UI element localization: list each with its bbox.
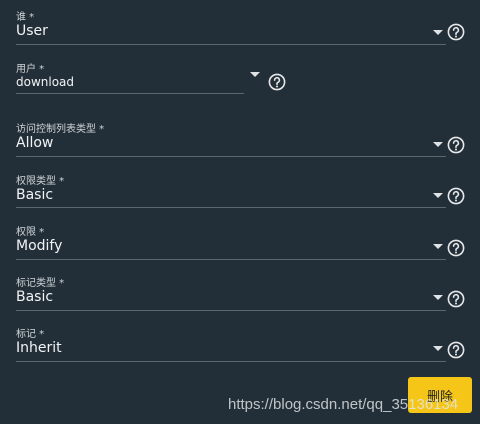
caret-down-icon[interactable] (433, 346, 443, 351)
field-underline (16, 44, 446, 45)
field-underline (16, 156, 446, 157)
select-user[interactable]: download (16, 75, 74, 89)
caret-down-icon[interactable] (433, 30, 443, 35)
field-underline (16, 93, 244, 94)
caret-down-icon[interactable] (433, 244, 443, 249)
field-label: 标记 * (16, 329, 45, 340)
field-underline (16, 259, 446, 260)
select-acl-type[interactable]: Allow (16, 135, 53, 151)
select-permission-type[interactable]: Basic (16, 187, 53, 203)
field-label: 谁 * (16, 12, 35, 23)
field-underline (16, 361, 446, 362)
help-circle-icon[interactable] (447, 187, 465, 205)
select-flag[interactable]: Inherit (16, 340, 62, 356)
select-who[interactable]: User (16, 23, 48, 39)
select-permission[interactable]: Modify (16, 238, 62, 254)
field-label: 标记类型 * (16, 278, 65, 289)
help-circle-icon[interactable] (447, 136, 465, 154)
help-circle-icon[interactable] (447, 341, 465, 359)
field-label: 权限类型 * (16, 176, 65, 187)
help-circle-icon[interactable] (447, 23, 465, 41)
caret-down-icon[interactable] (433, 295, 443, 300)
caret-down-icon[interactable] (433, 193, 443, 198)
help-circle-icon[interactable] (447, 290, 465, 308)
caret-down-icon[interactable] (433, 142, 443, 147)
select-flag-type[interactable]: Basic (16, 289, 53, 305)
help-circle-icon[interactable] (268, 73, 286, 91)
caret-down-icon[interactable] (250, 72, 260, 77)
watermark-text: https://blog.csdn.net/qq_35136134 (228, 396, 459, 413)
field-label: 访问控制列表类型 * (16, 124, 105, 135)
field-label: 用户 * (16, 64, 45, 75)
help-circle-icon[interactable] (447, 239, 465, 257)
field-label: 权限 * (16, 227, 45, 238)
field-underline (16, 207, 446, 208)
field-underline (16, 310, 446, 311)
